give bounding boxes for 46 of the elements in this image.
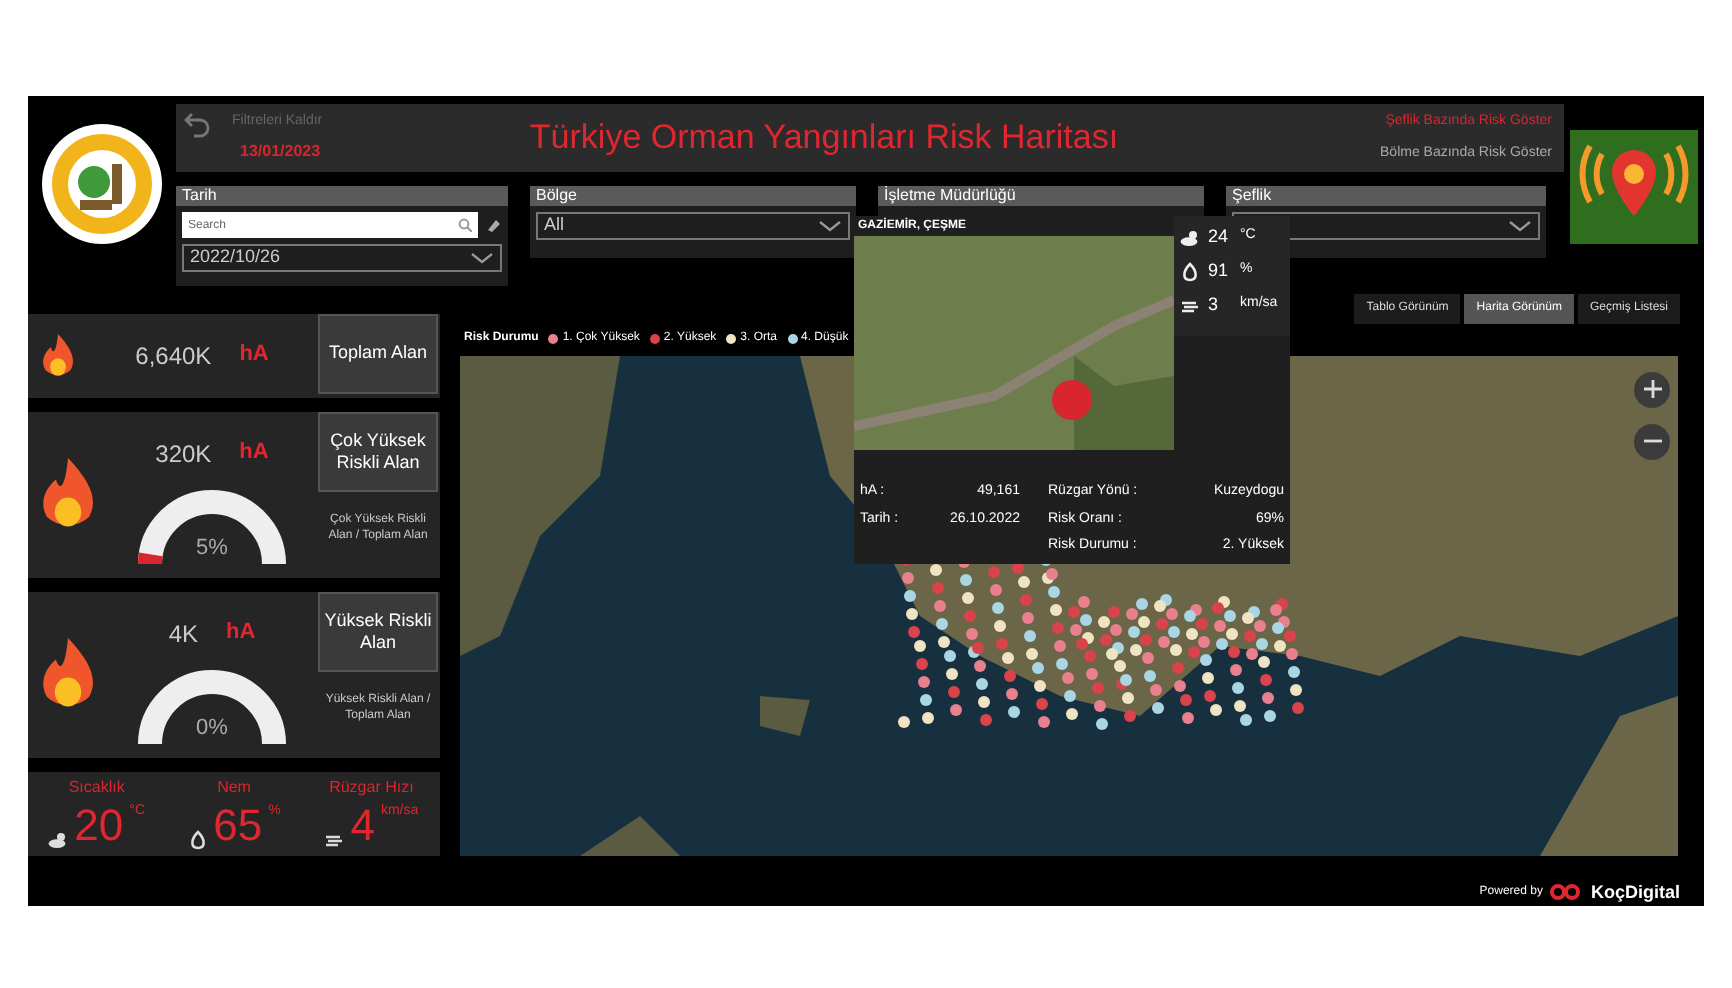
gauge-percent: 0% bbox=[194, 714, 230, 744]
dropdown-field[interactable]: All bbox=[536, 212, 850, 240]
filter-label: Bölge bbox=[530, 186, 856, 206]
weather-label: Nem bbox=[217, 775, 251, 799]
unit-label: hA bbox=[239, 438, 269, 469]
filter-label: Şeflik bbox=[1226, 186, 1546, 206]
cloud-sun-icon bbox=[1180, 227, 1200, 247]
filter-label: İşletme Müdürlüğü bbox=[878, 186, 1204, 206]
header-date: 13/01/2023 bbox=[240, 139, 323, 164]
chevron-down-icon bbox=[1508, 219, 1532, 233]
chevron-down-icon bbox=[818, 219, 842, 233]
water-drop-icon bbox=[187, 829, 208, 849]
flame-icon bbox=[38, 638, 98, 710]
area-value: 320K bbox=[155, 437, 212, 471]
eraser-icon bbox=[486, 217, 502, 233]
search-icon bbox=[458, 218, 472, 232]
metric-button[interactable]: Toplam Alan bbox=[318, 313, 438, 393]
fire-alert-logo bbox=[1570, 130, 1698, 244]
weather-value: 91 bbox=[1208, 257, 1231, 284]
weather-value: 3 bbox=[1208, 291, 1221, 318]
brand-name: KoçDigital bbox=[1590, 879, 1680, 906]
area-value: 6,640K bbox=[135, 339, 212, 373]
chevron-down-icon bbox=[470, 251, 494, 265]
unit-label: hA bbox=[226, 618, 256, 649]
cloud-sun-icon bbox=[48, 829, 69, 849]
weather-value: 65 bbox=[213, 801, 263, 849]
weather-label: Sıcaklık bbox=[68, 775, 125, 799]
dropdown-field[interactable]: 2022/10/26 bbox=[182, 244, 502, 272]
brand-logo-icon bbox=[1550, 884, 1583, 901]
metric-button[interactable]: Çok Yüksek Riskli Alan bbox=[318, 411, 438, 491]
dashboard-title: Türkiye Orman Yangınları Risk Haritası bbox=[529, 116, 1119, 161]
undo-icon[interactable] bbox=[184, 110, 212, 138]
weather-label: Rüzgar Hızı bbox=[329, 775, 414, 799]
plus-icon bbox=[1643, 380, 1661, 398]
filter-label: Tarih bbox=[176, 186, 508, 206]
unit-label: hA bbox=[239, 340, 269, 371]
gauge-percent: 5% bbox=[194, 534, 230, 564]
flame-icon bbox=[40, 333, 76, 377]
metric-button[interactable]: Yüksek Riskli Alan bbox=[318, 591, 438, 671]
weather-value: 24 bbox=[1208, 223, 1231, 250]
emblem-logo bbox=[40, 120, 164, 248]
weather-value: 20 bbox=[74, 801, 124, 849]
water-drop-icon bbox=[1180, 261, 1200, 281]
area-value: 4K bbox=[168, 617, 198, 651]
weather-value: 4 bbox=[350, 801, 375, 849]
flame-icon bbox=[38, 458, 98, 530]
